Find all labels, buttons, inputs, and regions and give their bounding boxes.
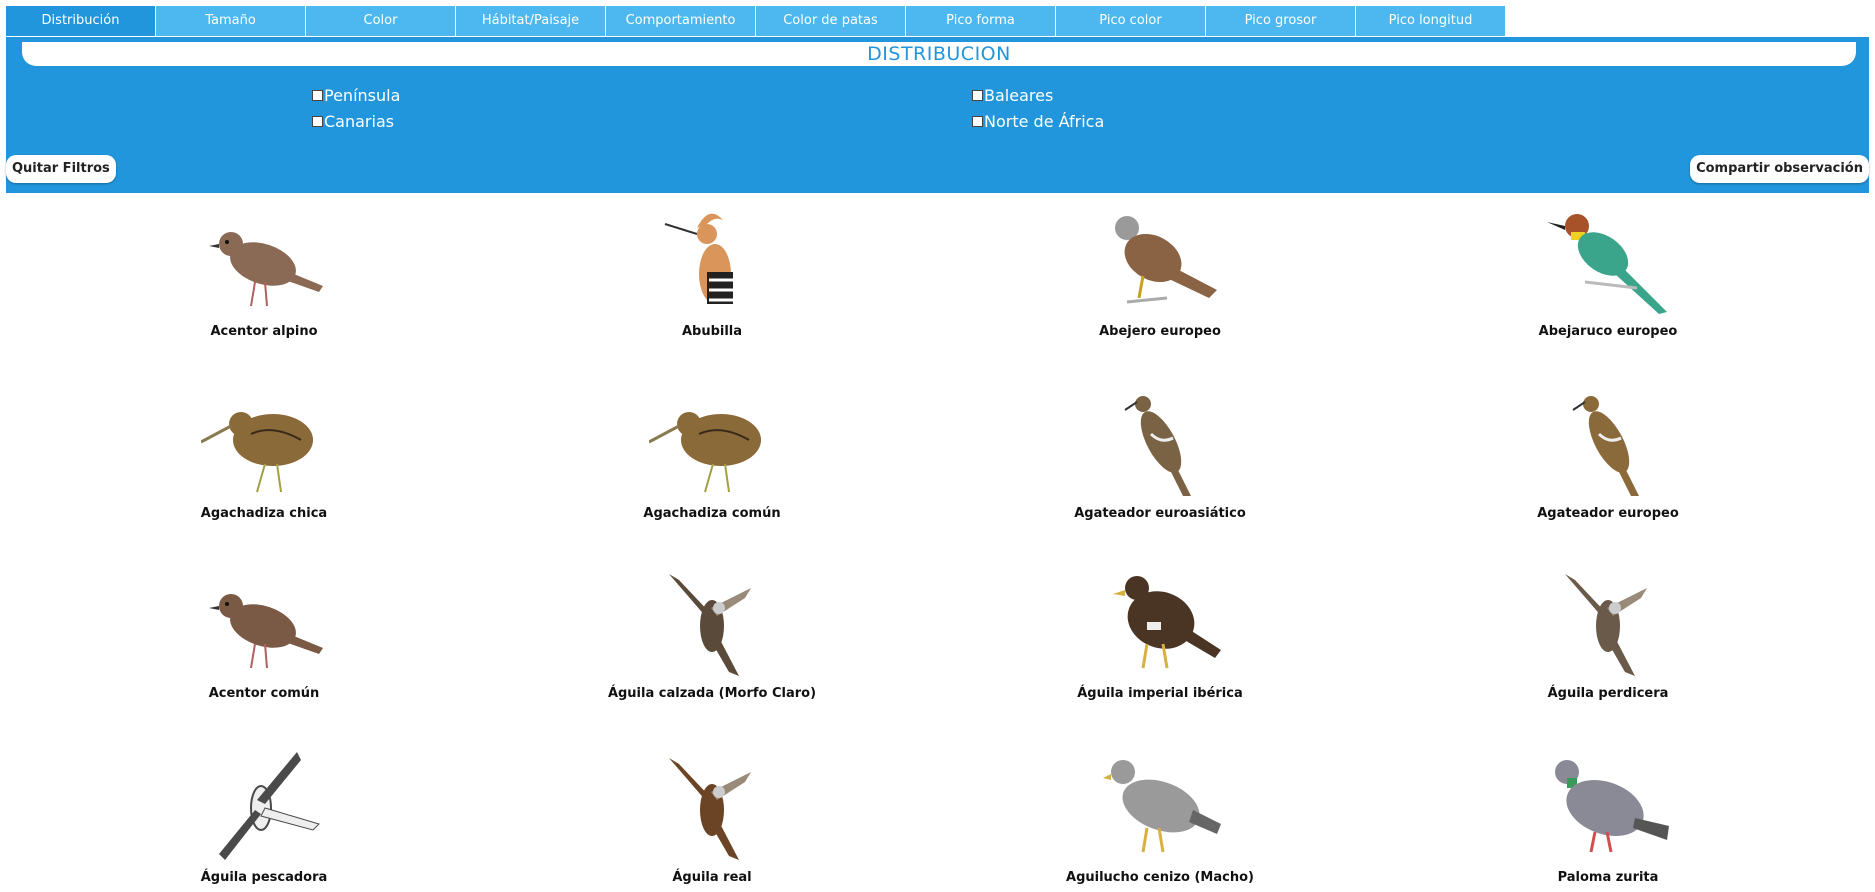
bird-card[interactable]: Águila calzada (Morfo Claro) [502, 564, 922, 701]
option-peninsula[interactable]: Península [312, 86, 400, 105]
tab-color[interactable]: Color [306, 6, 456, 36]
tab-pico-forma[interactable]: Pico forma [906, 6, 1056, 36]
share-observation-button[interactable]: Compartir observación [1690, 155, 1869, 183]
bird-name: Aguilucho cenizo (Macho) [1066, 870, 1254, 885]
sparrow-icon [209, 232, 323, 307]
option-norte-africa[interactable]: Norte de África [972, 112, 1104, 131]
checkbox[interactable] [972, 116, 983, 127]
option-label: Norte de África [984, 112, 1105, 131]
tab-habitat[interactable]: Hábitat/Paisaje [456, 6, 606, 36]
tab-pico-color[interactable]: Pico color [1056, 6, 1206, 36]
osprey-flying-icon [219, 752, 320, 860]
bird-card[interactable]: Agateador europeo [1398, 384, 1818, 521]
bird-name: Águila imperial ibérica [1077, 686, 1243, 701]
bee-eater-icon [1547, 214, 1667, 314]
treecreeper-icon [1124, 396, 1191, 496]
bird-card[interactable]: Acentor común [54, 564, 474, 701]
bird-card[interactable]: Águila pescadora [54, 748, 474, 885]
tab-comportamiento[interactable]: Comportamiento [606, 6, 756, 36]
option-canarias[interactable]: Canarias [312, 112, 394, 131]
bird-card[interactable]: Agachadiza común [502, 384, 922, 521]
checkbox[interactable] [312, 90, 323, 101]
bird-card[interactable]: Águila perdicera [1398, 564, 1818, 701]
snipe-icon [649, 412, 761, 493]
bird-name: Agateador europeo [1537, 506, 1679, 521]
harrier-perched-icon [1103, 760, 1221, 853]
eagle-flying-icon [669, 574, 751, 676]
treecreeper-icon [1572, 396, 1639, 496]
raptor-perched-icon [1115, 216, 1217, 304]
bird-name: Agachadiza chica [200, 506, 328, 521]
bird-grid: Acentor alpino Abubilla Abejero europeo … [6, 196, 1869, 892]
hoopoe-icon [664, 213, 733, 304]
bird-card[interactable]: Abubilla [502, 202, 922, 339]
bird-name: Acentor común [208, 686, 320, 701]
tab-tamano[interactable]: Tamaño [156, 6, 306, 36]
bird-name: Acentor alpino [210, 324, 318, 339]
bird-card[interactable]: Águila imperial ibérica [950, 564, 1370, 701]
bird-name: Agachadiza común [643, 506, 781, 521]
checkbox[interactable] [312, 116, 323, 127]
bird-name: Águila pescadora [200, 870, 328, 885]
bird-name: Águila perdicera [1547, 686, 1669, 701]
option-label: Península [324, 86, 401, 105]
bird-card[interactable]: Abejaruco europeo [1398, 202, 1818, 339]
bird-name: Abejaruco europeo [1538, 324, 1678, 339]
panel-title: DISTRIBUCION [22, 42, 1856, 66]
bird-name: Abubilla [681, 324, 743, 339]
sparrow-icon [209, 594, 323, 669]
bird-card[interactable]: Acentor alpino [54, 202, 474, 339]
bird-name: Paloma zurita [1557, 870, 1659, 885]
bird-card[interactable]: Agateador euroasiático [950, 384, 1370, 521]
eagle-flying-icon [1565, 574, 1647, 676]
snipe-icon [201, 412, 313, 493]
bird-card[interactable]: Águila real [502, 748, 922, 885]
bird-name: Águila calzada (Morfo Claro) [607, 686, 817, 701]
tab-color-patas[interactable]: Color de patas [756, 6, 906, 36]
tab-pico-grosor[interactable]: Pico grosor [1206, 6, 1356, 36]
bird-name: Abejero europeo [1099, 324, 1221, 339]
filter-tabs: Distribución Tamaño Color Hábitat/Paisaj… [6, 6, 1506, 36]
tab-distribucion[interactable]: Distribución [6, 6, 156, 36]
bird-name: Águila real [672, 870, 752, 885]
option-label: Canarias [324, 112, 395, 131]
bird-card[interactable]: Agachadiza chica [54, 384, 474, 521]
bird-name: Agateador euroasiático [1074, 506, 1246, 521]
tab-pico-longitud[interactable]: Pico longitud [1356, 6, 1506, 36]
bird-card[interactable]: Aguilucho cenizo (Macho) [950, 748, 1370, 885]
clear-filters-button[interactable]: Quitar Filtros [6, 155, 116, 183]
filter-panel: DISTRIBUCION Península Baleares Canarias… [6, 37, 1869, 193]
pigeon-icon [1555, 760, 1669, 853]
bird-card[interactable]: Paloma zurita [1398, 748, 1818, 885]
eagle-perched-icon [1113, 576, 1221, 669]
eagle-flying-icon [669, 758, 751, 860]
bird-card[interactable]: Abejero europeo [950, 202, 1370, 339]
option-baleares[interactable]: Baleares [972, 86, 1053, 105]
checkbox[interactable] [972, 90, 983, 101]
option-label: Baleares [984, 86, 1054, 105]
